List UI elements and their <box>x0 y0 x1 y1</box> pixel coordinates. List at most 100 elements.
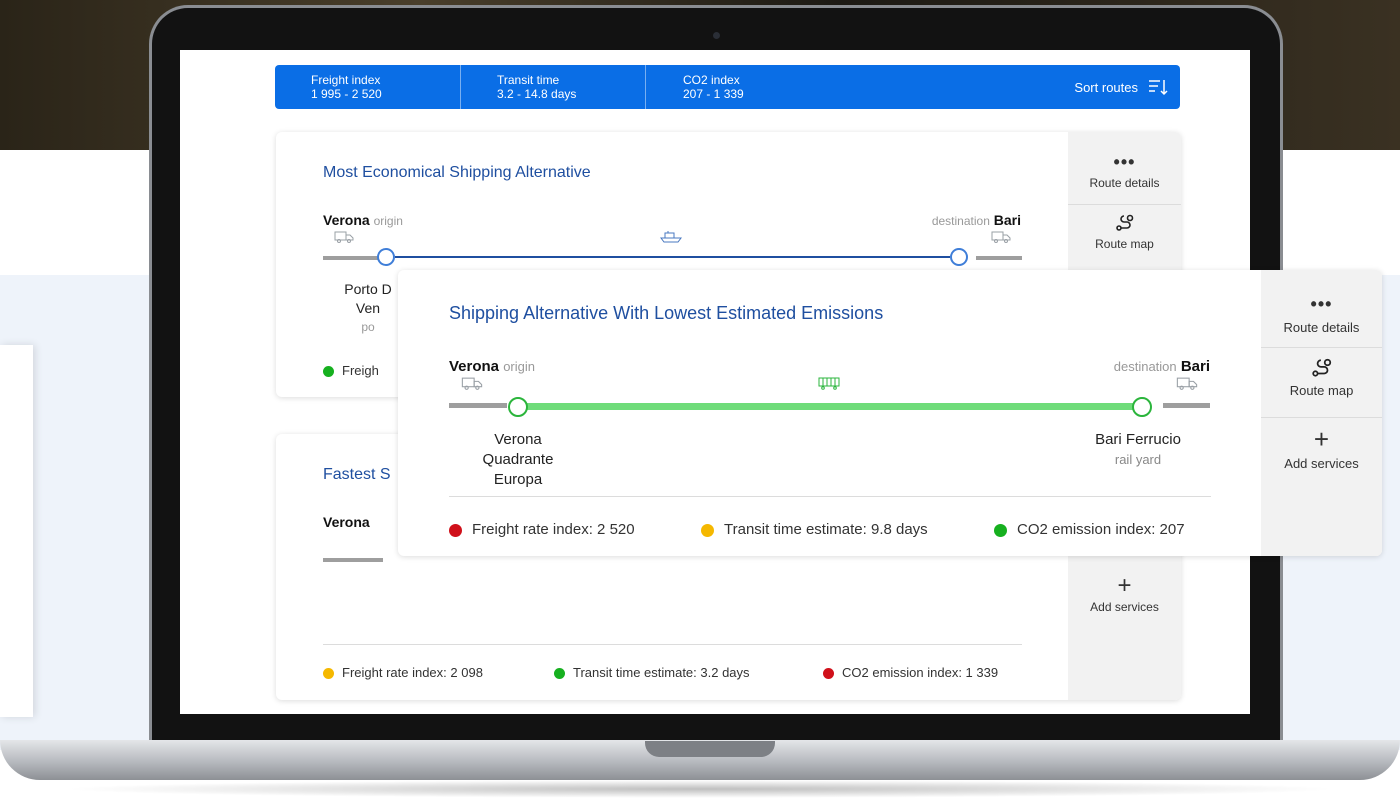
divider <box>1068 204 1181 205</box>
divider <box>645 65 646 109</box>
metric-transit: Transit time estimate: 3.2 days <box>554 665 750 680</box>
background-panel <box>0 345 33 717</box>
divider <box>460 65 461 109</box>
stop-name: Europa <box>493 471 543 488</box>
origin-tag: origin <box>503 359 535 374</box>
metric-label: Freigh <box>342 363 379 378</box>
rail-leg <box>526 403 1134 410</box>
metric-label: CO2 emission index: 1 339 <box>842 665 999 680</box>
metric-freight: Freight rate index: 2 520 <box>449 521 635 538</box>
destination-city: Bari <box>993 212 1021 228</box>
route-node[interactable] <box>950 248 968 266</box>
origin-city: Verona <box>323 212 370 228</box>
sort-routes-label: Sort routes <box>1074 79 1138 95</box>
truck-leg <box>1163 403 1210 408</box>
truck-leg <box>323 558 383 562</box>
stop-type: rail yard <box>1114 452 1162 467</box>
transit-time-filter[interactable]: Transit time 3.2 - 14.8 days <box>497 73 576 101</box>
add-services-label: Add services <box>1090 600 1159 614</box>
co2-index-filter[interactable]: CO2 index 207 - 1 339 <box>683 73 744 101</box>
route-card-lowest-emissions: Shipping Alternative With Lowest Estimat… <box>398 270 1382 556</box>
metric-freight: Freight rate index: 2 098 <box>323 665 483 680</box>
destination-label: destination Bari <box>932 212 1021 228</box>
status-dot-icon <box>823 668 834 680</box>
stop-name: Bari Ferrucio <box>1095 431 1181 448</box>
metric-co2: CO2 emission index: 207 <box>994 521 1185 538</box>
divider <box>1261 347 1382 348</box>
route-node[interactable] <box>377 248 395 266</box>
origin-stop: Verona Quadrante Europa <box>460 430 576 492</box>
add-services-button[interactable]: + Add services <box>1068 572 1181 615</box>
metric-co2: CO2 emission index: 1 339 <box>823 665 998 680</box>
route-card-title: Shipping Alternative With Lowest Estimat… <box>449 303 884 323</box>
route-map-button[interactable]: Route map <box>1068 214 1181 251</box>
metric-label: Freight rate index: 2 520 <box>472 521 635 538</box>
status-dot-icon <box>323 366 334 378</box>
sea-leg <box>395 256 950 258</box>
transit-time-label: Transit time <box>497 73 560 87</box>
route-node[interactable] <box>1132 397 1152 417</box>
camera-icon <box>713 32 720 39</box>
status-dot-icon <box>449 523 462 537</box>
laptop-shadow <box>60 780 1340 798</box>
origin-city: Verona <box>449 358 500 375</box>
destination-city: Bari <box>1180 358 1210 375</box>
route-card-title: Fastest S <box>323 466 391 483</box>
transit-time-range: 3.2 - 14.8 days <box>497 87 577 101</box>
route-map-label: Route map <box>1289 383 1354 398</box>
destination-stop: Bari Ferrucio rail yard <box>1078 430 1198 470</box>
more-icon: ••• <box>1113 152 1136 172</box>
add-services-label: Add services <box>1284 456 1359 471</box>
sort-icon <box>1149 80 1168 96</box>
metric-label: Freight rate index: 2 098 <box>342 665 483 680</box>
status-dot-icon <box>323 668 334 680</box>
filter-bar: Freight index 1 995 - 2 520 Transit time… <box>275 65 1180 109</box>
origin-label: Verona origin <box>323 212 403 228</box>
origin-tag: origin <box>373 214 403 228</box>
route-details-label: Route details <box>1283 320 1360 335</box>
freight-index-label: Freight index <box>311 73 381 87</box>
truck-leg <box>449 403 507 408</box>
origin-city: Verona <box>323 514 370 530</box>
route-map-label: Route map <box>1095 237 1154 251</box>
freight-index-filter[interactable]: Freight index 1 995 - 2 520 <box>311 73 382 101</box>
route-card-title: Most Economical Shipping Alternative <box>323 164 591 181</box>
stop-name: Verona <box>494 431 542 448</box>
destination-tag: destination <box>1113 359 1177 374</box>
truck-icon <box>1176 377 1198 390</box>
route-map-icon <box>1115 214 1133 231</box>
status-dot-icon <box>994 523 1007 537</box>
truck-icon <box>334 231 354 243</box>
route-map-icon <box>1311 358 1331 377</box>
metric-label: Transit time estimate: 9.8 days <box>724 521 928 538</box>
route-map-button[interactable]: Route map <box>1261 358 1382 398</box>
freight-index-range: 1 995 - 2 520 <box>311 87 382 101</box>
plus-icon: + <box>1117 572 1132 599</box>
route-details-button[interactable]: ••• Route details <box>1068 152 1181 190</box>
ship-icon <box>660 231 682 243</box>
route-details-label: Route details <box>1089 176 1160 190</box>
sort-routes-button[interactable]: Sort routes <box>1074 78 1168 96</box>
co2-index-range: 207 - 1 339 <box>683 87 744 101</box>
add-services-button[interactable]: + Add services <box>1261 426 1382 471</box>
metric-label: Transit time estimate: 3.2 days <box>573 665 750 680</box>
status-dot-icon <box>554 668 565 680</box>
more-icon: ••• <box>1310 294 1333 314</box>
divider <box>323 644 1022 645</box>
route-details-button[interactable]: ••• Route details <box>1261 294 1382 335</box>
origin-label: Verona <box>323 514 370 530</box>
truck-leg <box>323 256 378 260</box>
route-node[interactable] <box>508 397 528 417</box>
train-icon <box>818 377 840 390</box>
route-actions: ••• Route details Route map + Add servic… <box>1261 270 1382 556</box>
metric-label: CO2 emission index: 207 <box>1017 521 1185 538</box>
stop-name: Quadrante <box>482 451 554 468</box>
origin-label: Verona origin <box>449 358 535 375</box>
metric-transit: Transit time estimate: 9.8 days <box>701 521 928 538</box>
destination-tag: destination <box>931 214 990 228</box>
divider <box>1261 417 1382 418</box>
truck-icon <box>991 231 1011 243</box>
divider <box>449 496 1211 497</box>
destination-label: destination Bari <box>1114 358 1210 375</box>
laptop-notch <box>645 741 775 757</box>
